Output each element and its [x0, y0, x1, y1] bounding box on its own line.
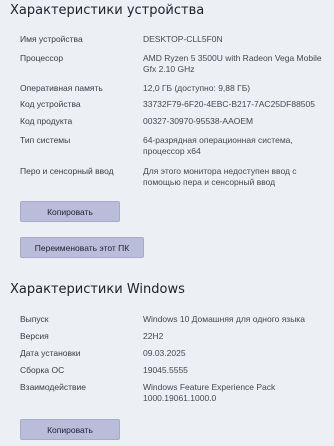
spec-value: 12,0 ГБ (доступно: 9,88 ГБ) [143, 83, 251, 93]
spec-label: Процессор [20, 53, 64, 63]
spec-label: Код продукта [20, 116, 73, 126]
spec-label: Перо и сенсорный ввод [20, 166, 114, 176]
spec-row-pen-touch: Перо и сенсорный ввод Для этого монитора… [20, 166, 328, 188]
windows-specs-title: Характеристики Windows [10, 282, 185, 297]
spec-value: 64-разрядная операционная система, проце… [143, 135, 293, 156]
rename-pc-button[interactable]: Переименовать этот ПК [20, 237, 144, 258]
spec-label: Взаимодействие [20, 382, 86, 392]
about-page: Характеристики устройства Имя устройства… [0, 0, 334, 446]
spec-value: AMD Ryzen 5 3500U with Radeon Vega Mobil… [143, 53, 322, 74]
spec-value: 33732F79-6F20-4EBC-B217-7AC25DF88505 [143, 99, 315, 109]
spec-value: 22H2 [143, 331, 164, 341]
spec-label: Имя устройства [20, 34, 83, 44]
spec-row-edition: Выпуск Windows 10 Домашняя для одного яз… [20, 314, 328, 325]
spec-row-ram: Оперативная память 12,0 ГБ (доступно: 9,… [20, 83, 328, 94]
spec-label: Код устройства [20, 99, 81, 109]
spec-label: Тип системы [20, 135, 71, 145]
spec-row-install-date: Дата установки 09.03.2025 [20, 348, 328, 359]
spec-value: 09.03.2025 [143, 348, 186, 358]
spec-row-device-name: Имя устройства DESKTOP-CLL5F0N [20, 34, 328, 45]
spec-label: Сборка ОС [20, 365, 65, 375]
spec-row-system-type: Тип системы 64-разрядная операционная си… [20, 135, 328, 157]
spec-value: DESKTOP-CLL5F0N [143, 34, 223, 44]
spec-row-product-id: Код продукта 00327-30970-95538-AAOEM [20, 116, 328, 127]
spec-row-version: Версия 22H2 [20, 331, 328, 342]
spec-label: Версия [20, 331, 49, 341]
spec-label: Оперативная память [20, 83, 103, 93]
spec-label: Дата установки [20, 348, 81, 358]
spec-value: Windows Feature Experience Pack 1000.190… [143, 382, 276, 403]
device-specs-title: Характеристики устройства [10, 3, 205, 18]
spec-label: Выпуск [20, 314, 49, 324]
spec-row-experience: Взаимодействие Windows Feature Experienc… [20, 382, 328, 404]
copy-windows-specs-button[interactable]: Копировать [20, 419, 120, 440]
spec-row-processor: Процессор AMD Ryzen 5 3500U with Radeon … [20, 53, 328, 75]
spec-value: 19045.5555 [143, 365, 188, 375]
spec-value: Windows 10 Домашняя для одного языка [143, 314, 305, 324]
copy-device-specs-button[interactable]: Копировать [20, 201, 120, 222]
spec-value: 00327-30970-95538-AAOEM [143, 116, 254, 126]
spec-row-os-build: Сборка ОС 19045.5555 [20, 365, 328, 376]
spec-row-device-id: Код устройства 33732F79-6F20-4EBC-B217-7… [20, 99, 328, 110]
spec-value: Для этого монитора недоступен ввод с пом… [143, 166, 297, 187]
